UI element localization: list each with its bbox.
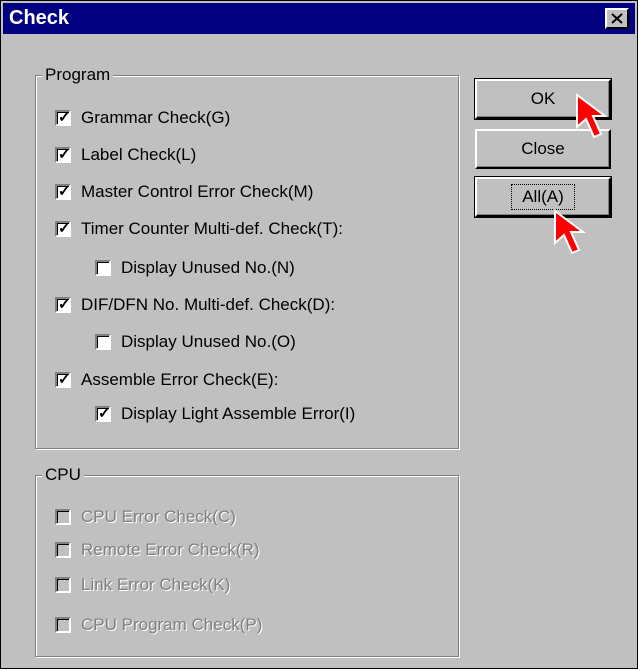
checkmark-icon: ✓ [58, 296, 71, 313]
checkbox[interactable]: ✓ [55, 110, 71, 126]
checkbox-label: CPU Program Check(P) [81, 615, 263, 634]
title-bar: Check [3, 3, 635, 34]
checkbox-label: Master Control Error Check(M) [81, 182, 314, 201]
remote-error-check: Remote Error Check(R) [55, 540, 260, 560]
checkbox-label: Display Unused No.(N) [121, 258, 295, 277]
timer-counter-check[interactable]: ✓ Timer Counter Multi-def. Check(T): [55, 219, 343, 239]
checkbox[interactable]: ✓ [55, 372, 71, 388]
cpu-group-label: CPU [42, 465, 84, 485]
checkmark-icon: ✓ [58, 183, 71, 200]
checkbox [55, 577, 71, 593]
checkbox[interactable]: ✓ [55, 184, 71, 200]
checkmark-icon: ✓ [58, 371, 71, 388]
checkbox[interactable]: ✓ [95, 406, 111, 422]
checkmark-icon: ✓ [58, 146, 71, 163]
checkbox-label: Assemble Error Check(E): [81, 370, 279, 389]
checkbox-label: Label Check(L) [81, 145, 197, 164]
program-group-label: Program [42, 65, 114, 85]
cpu-program-check: CPU Program Check(P) [55, 615, 262, 635]
checkbox-label: Timer Counter Multi-def. Check(T): [81, 219, 343, 238]
checkbox-label: Link Error Check(K) [81, 575, 231, 594]
dif-dfn-check[interactable]: ✓ DIF/DFN No. Multi-def. Check(D): [55, 295, 335, 315]
cpu-error-check: CPU Error Check(C) [55, 507, 236, 527]
ok-button-label: OK [530, 89, 556, 108]
display-unused-timer[interactable]: Display Unused No.(N) [95, 258, 295, 278]
grammar-check[interactable]: ✓ Grammar Check(G) [55, 108, 230, 128]
red-arrow-cursor [576, 93, 608, 139]
label-check[interactable]: ✓ Label Check(L) [55, 145, 196, 165]
assemble-error-check[interactable]: ✓ Assemble Error Check(E): [55, 370, 278, 390]
red-arrow-cursor [554, 209, 586, 255]
check-dialog: Check Program ✓ Grammar Check(G) ✓ Label… [0, 0, 638, 669]
display-unused-dif[interactable]: Display Unused No.(O) [95, 332, 296, 352]
checkbox[interactable]: ✓ [55, 147, 71, 163]
checkbox[interactable] [95, 260, 111, 276]
checkbox-label: Grammar Check(G) [81, 108, 231, 127]
link-error-check: Link Error Check(K) [55, 575, 230, 595]
checkbox-label: Display Unused No.(O) [121, 332, 296, 351]
close-icon [611, 13, 623, 24]
checkbox [55, 509, 71, 525]
checkbox [55, 617, 71, 633]
window-close-button[interactable] [605, 8, 629, 29]
checkbox-label: Display Light Assemble Error(I) [121, 404, 356, 423]
checkbox[interactable]: ✓ [55, 221, 71, 237]
checkbox[interactable]: ✓ [55, 297, 71, 313]
checkmark-icon: ✓ [58, 220, 71, 237]
window-title: Check [9, 7, 70, 29]
checkbox-label: DIF/DFN No. Multi-def. Check(D): [81, 295, 336, 314]
display-light-assemble-error[interactable]: ✓ Display Light Assemble Error(I) [95, 404, 355, 424]
close-button-label: Close [521, 139, 565, 158]
checkbox-label: CPU Error Check(C) [81, 507, 236, 526]
master-control-error-check[interactable]: ✓ Master Control Error Check(M) [55, 182, 313, 202]
checkbox-label: Remote Error Check(R) [81, 540, 260, 559]
checkmark-icon: ✓ [98, 405, 111, 422]
checkmark-icon: ✓ [58, 109, 71, 126]
all-button-label: All(A) [511, 184, 575, 210]
checkbox[interactable] [95, 334, 111, 350]
checkbox [55, 542, 71, 558]
